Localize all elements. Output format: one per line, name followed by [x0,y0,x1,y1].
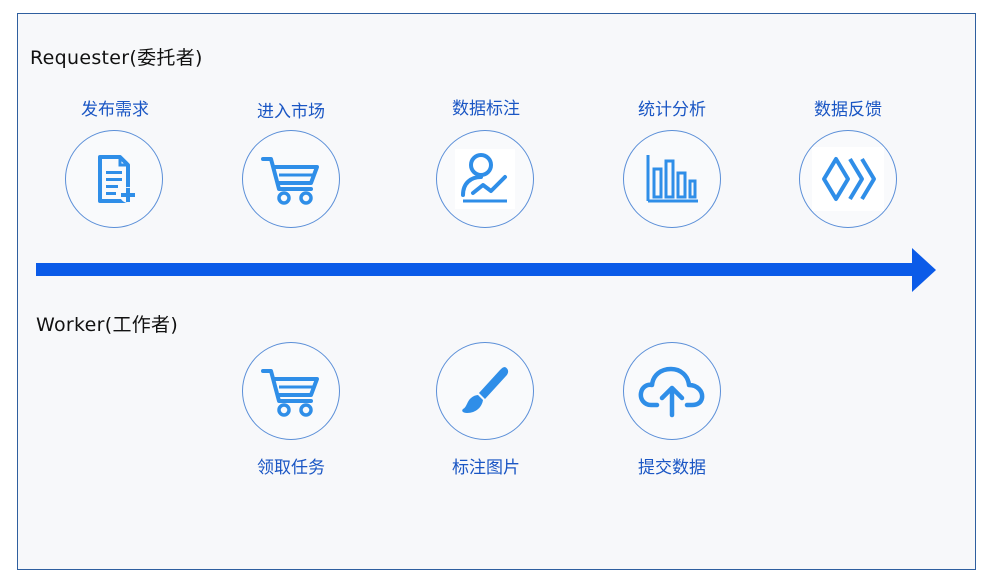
shopping-cart-icon [261,157,319,205]
cloud-upload-icon [638,366,705,418]
step-label-data-annotation: 数据标注 [452,99,520,119]
step-label-receive-task: 领取任务 [257,458,325,478]
step-publish-requirement[interactable] [65,130,163,228]
step-annotate-image[interactable] [436,342,534,440]
shopping-cart-icon [261,369,319,417]
step-label-statistical-analysis: 统计分析 [638,100,706,120]
step-receive-task[interactable] [242,342,340,440]
step-label-data-feedback: 数据反馈 [814,100,882,120]
bar-chart-icon [646,155,698,203]
step-data-feedback[interactable] [799,130,897,228]
step-label-submit-data: 提交数据 [638,458,706,478]
document-add-icon [98,155,136,203]
step-enter-market[interactable] [242,130,340,228]
feedback-chevrons-icon [812,147,884,211]
paintbrush-icon [462,367,509,413]
step-data-annotation[interactable] [436,130,534,228]
step-label-enter-market: 进入市场 [257,102,325,122]
step-label-publish-requirement: 发布需求 [81,100,149,120]
step-statistical-analysis[interactable] [623,130,721,228]
timeline-arrow [36,248,936,292]
step-submit-data[interactable] [623,342,721,440]
user-chart-icon [455,149,515,209]
worker-title: Worker(工作者) [36,314,179,336]
step-label-annotate-image: 标注图片 [452,458,520,478]
requester-title: Requester(委托者) [30,47,203,69]
